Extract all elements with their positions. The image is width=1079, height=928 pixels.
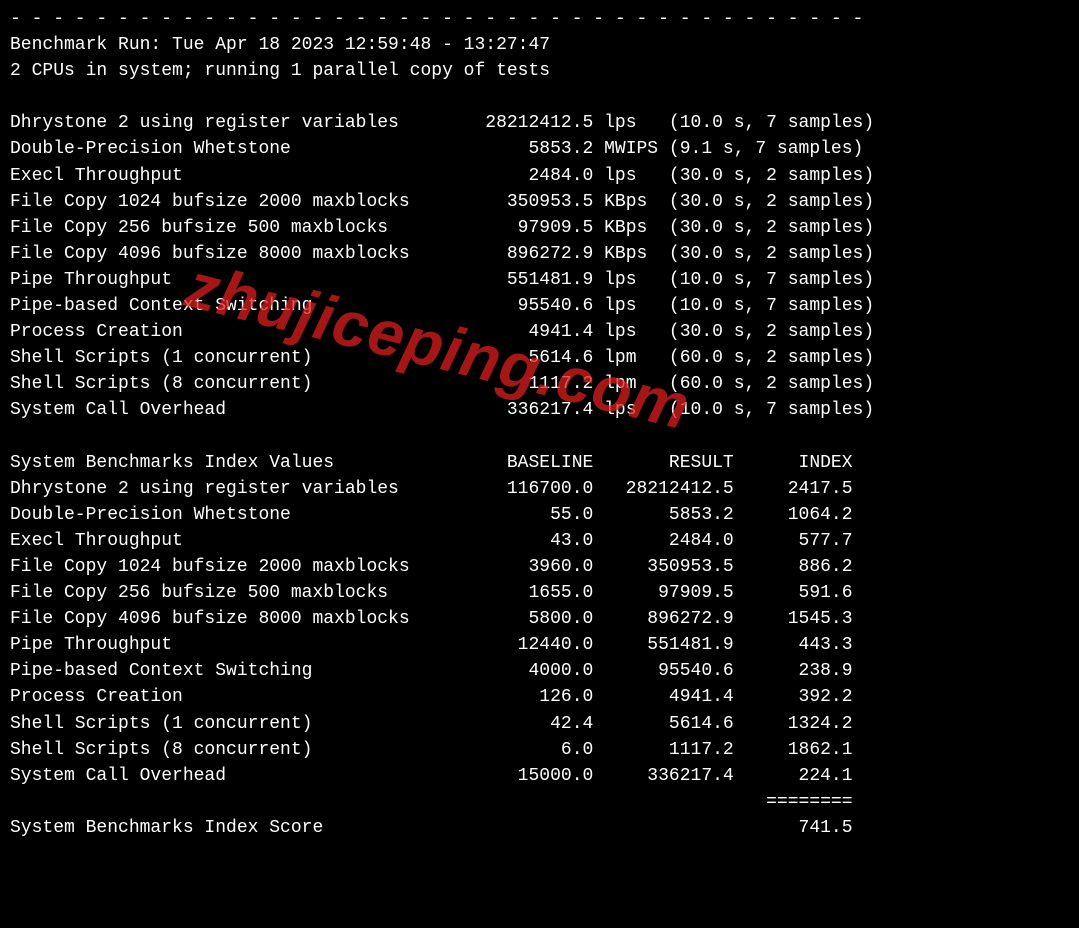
terminal-window: { "watermark": "zhujiceping.com", "divid…	[0, 0, 1079, 928]
terminal-output: - - - - - - - - - - - - - - - - - - - - …	[0, 0, 1079, 851]
